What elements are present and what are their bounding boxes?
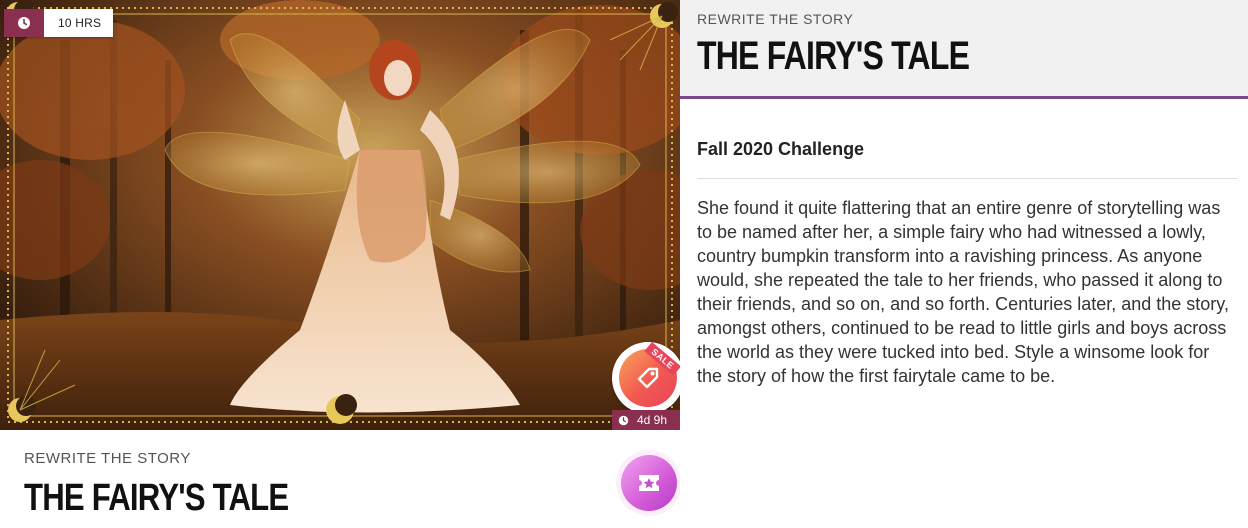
challenge-description: She found it quite flattering that an en… [697,198,1229,386]
sale-timer: 4d 9h [612,410,680,430]
clock-icon [4,9,44,37]
card-kicker: REWRITE THE STORY [24,450,191,467]
hero-image[interactable]: 10 HRS [0,0,680,430]
detail-kicker: REWRITE THE STORY [697,11,854,27]
clock-icon [618,415,629,425]
time-remaining-chip: 10 HRS [4,9,114,37]
challenge-card[interactable]: 10 HRS SALE 4d 9h REWRITE THE STORY THE … [0,0,680,528]
fairy-forest-illustration [0,0,680,430]
challenge-detail-panel: REWRITE THE STORY THE FAIRY'S TALE Fall … [680,0,1248,528]
card-title: THE FAIRY'S TALE [24,477,289,519]
time-remaining-label: 10 HRS [44,9,114,37]
price-tag-icon [637,367,659,389]
detail-header: REWRITE THE STORY THE FAIRY'S TALE [680,0,1248,99]
enter-challenge-button[interactable] [616,450,680,516]
detail-title: THE FAIRY'S TALE [697,34,970,78]
divider [697,178,1237,179]
sale-timer-label: 4d 9h [637,413,668,427]
challenge-name: Fall 2020 Challenge [697,139,865,159]
star-ticket-icon [639,475,659,491]
card-caption: REWRITE THE STORY THE FAIRY'S TALE [24,450,346,520]
app-root: 10 HRS SALE 4d 9h REWRITE THE STORY THE … [0,0,1248,528]
